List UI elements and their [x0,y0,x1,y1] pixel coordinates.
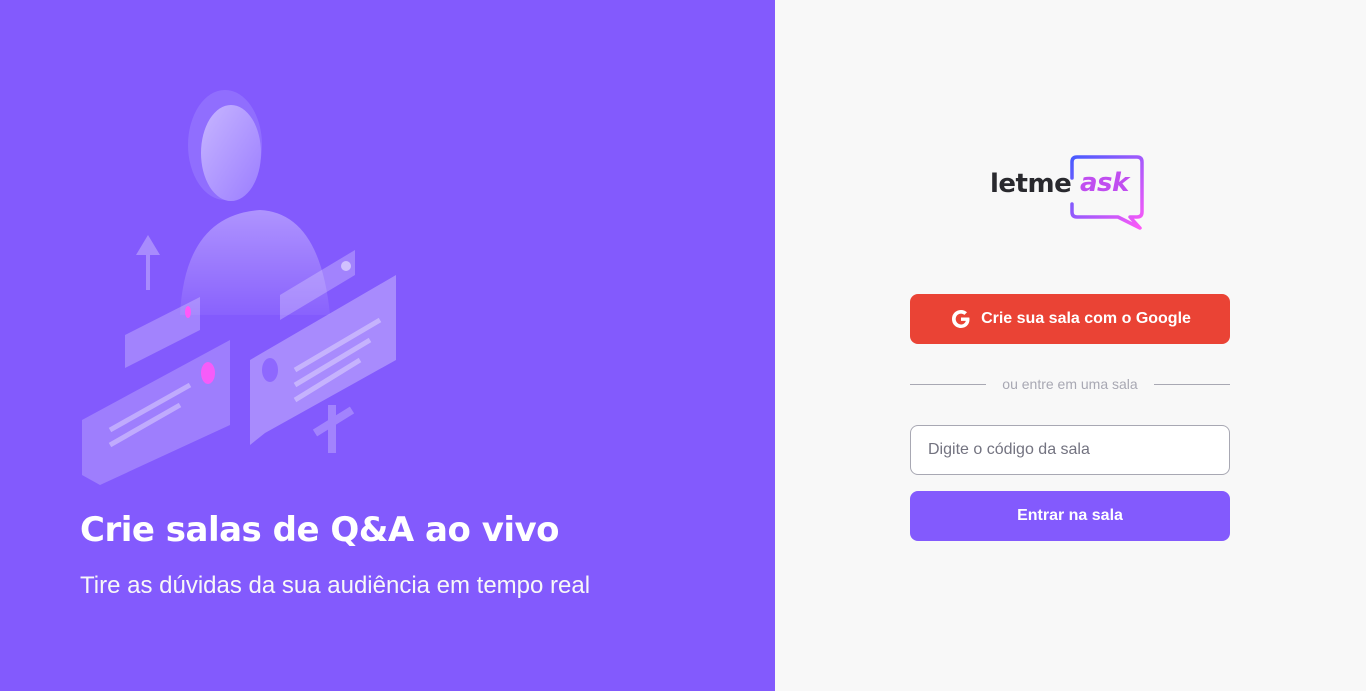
enter-button-label: Entrar na sala [1017,507,1123,524]
separator-line-left [910,383,987,385]
aside-subline: Tire as dúvidas da sua audiência em temp… [80,572,591,599]
main-panel: letme ask Crie sua sala com o Google ou … [775,0,1366,691]
logo-text-ask: ask [1080,168,1129,198]
separator-line-right [1153,383,1230,385]
letmeask-logo: letme ask [990,154,1152,232]
separator-text: ou entre em uma sala [1002,376,1138,392]
aside-headline: Crie salas de Q&A ao vivo [80,510,560,550]
google-button-label: Crie sua sala com o Google [981,310,1191,327]
google-icon [952,310,970,328]
qa-illustration [82,90,396,485]
enter-room-button[interactable]: Entrar na sala [910,491,1230,541]
logo-text-letme: letme [990,169,1072,199]
room-code-input[interactable] [910,425,1230,475]
aside-panel: Crie salas de Q&A ao vivo Tire as dúvida… [0,0,775,691]
separator: ou entre em uma sala [910,374,1230,394]
create-room-google-button[interactable]: Crie sua sala com o Google [910,294,1230,344]
